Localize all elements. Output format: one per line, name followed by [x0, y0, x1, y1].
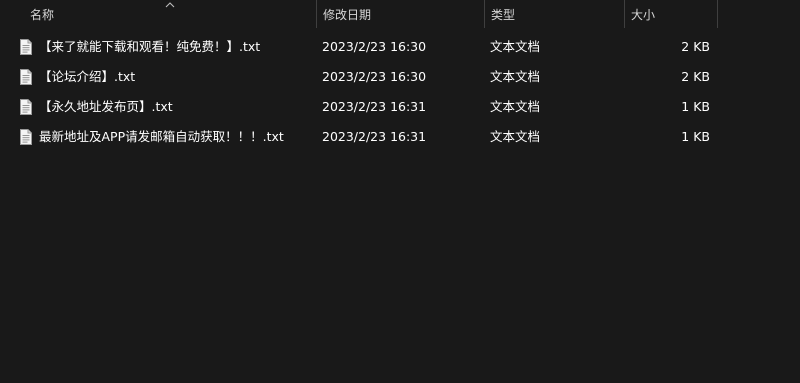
file-type: 文本文档: [490, 99, 541, 114]
file-row[interactable]: 最新地址及APP请发邮箱自动获取！！！.txt 2023/2/23 16:31 …: [0, 122, 800, 152]
file-modified-date: 2023/2/23 16:31: [322, 99, 427, 114]
file-modified-date: 2023/2/23 16:30: [322, 69, 427, 84]
sort-ascending-chevron-icon: [165, 2, 175, 8]
file-name[interactable]: 【论坛介绍】.txt: [39, 62, 135, 92]
column-header-type-label: 类型: [491, 8, 516, 22]
text-file-icon: [20, 69, 32, 85]
file-name[interactable]: 【永久地址发布页】.txt: [39, 92, 173, 122]
column-divider[interactable]: [717, 0, 718, 28]
column-header-size-label: 大小: [631, 8, 656, 22]
file-size: 2 KB: [681, 39, 710, 54]
text-file-icon: [20, 129, 32, 145]
file-row[interactable]: 【永久地址发布页】.txt 2023/2/23 16:31 文本文档 1 KB: [0, 92, 800, 122]
file-size: 1 KB: [681, 99, 710, 114]
file-name[interactable]: 【来了就能下载和观看！纯免费！】.txt: [39, 32, 260, 62]
column-header-type[interactable]: 类型: [485, 0, 624, 30]
file-size: 1 KB: [681, 129, 710, 144]
file-row[interactable]: 【论坛介绍】.txt 2023/2/23 16:30 文本文档 2 KB: [0, 62, 800, 92]
text-file-icon: [20, 99, 32, 115]
column-header-date-label: 修改日期: [323, 8, 372, 22]
file-type: 文本文档: [490, 69, 541, 84]
file-type: 文本文档: [490, 129, 541, 144]
column-header-bar: 名称 修改日期 类型 大小: [0, 0, 800, 30]
file-list: 【来了就能下载和观看！纯免费！】.txt 2023/2/23 16:30 文本文…: [0, 32, 800, 152]
file-modified-date: 2023/2/23 16:31: [322, 129, 427, 144]
file-row[interactable]: 【来了就能下载和观看！纯免费！】.txt 2023/2/23 16:30 文本文…: [0, 32, 800, 62]
text-file-icon: [20, 39, 32, 55]
file-explorer-details-view: 名称 修改日期 类型 大小 【来了就能下载和观看！纯免费！】.txt 2023/…: [0, 0, 800, 383]
column-header-name-label: 名称: [30, 8, 55, 22]
file-type: 文本文档: [490, 39, 541, 54]
column-header-size[interactable]: 大小: [625, 0, 717, 30]
file-modified-date: 2023/2/23 16:30: [322, 39, 427, 54]
column-header-date[interactable]: 修改日期: [317, 0, 484, 30]
file-name[interactable]: 最新地址及APP请发邮箱自动获取！！！.txt: [39, 122, 284, 152]
file-size: 2 KB: [681, 69, 710, 84]
